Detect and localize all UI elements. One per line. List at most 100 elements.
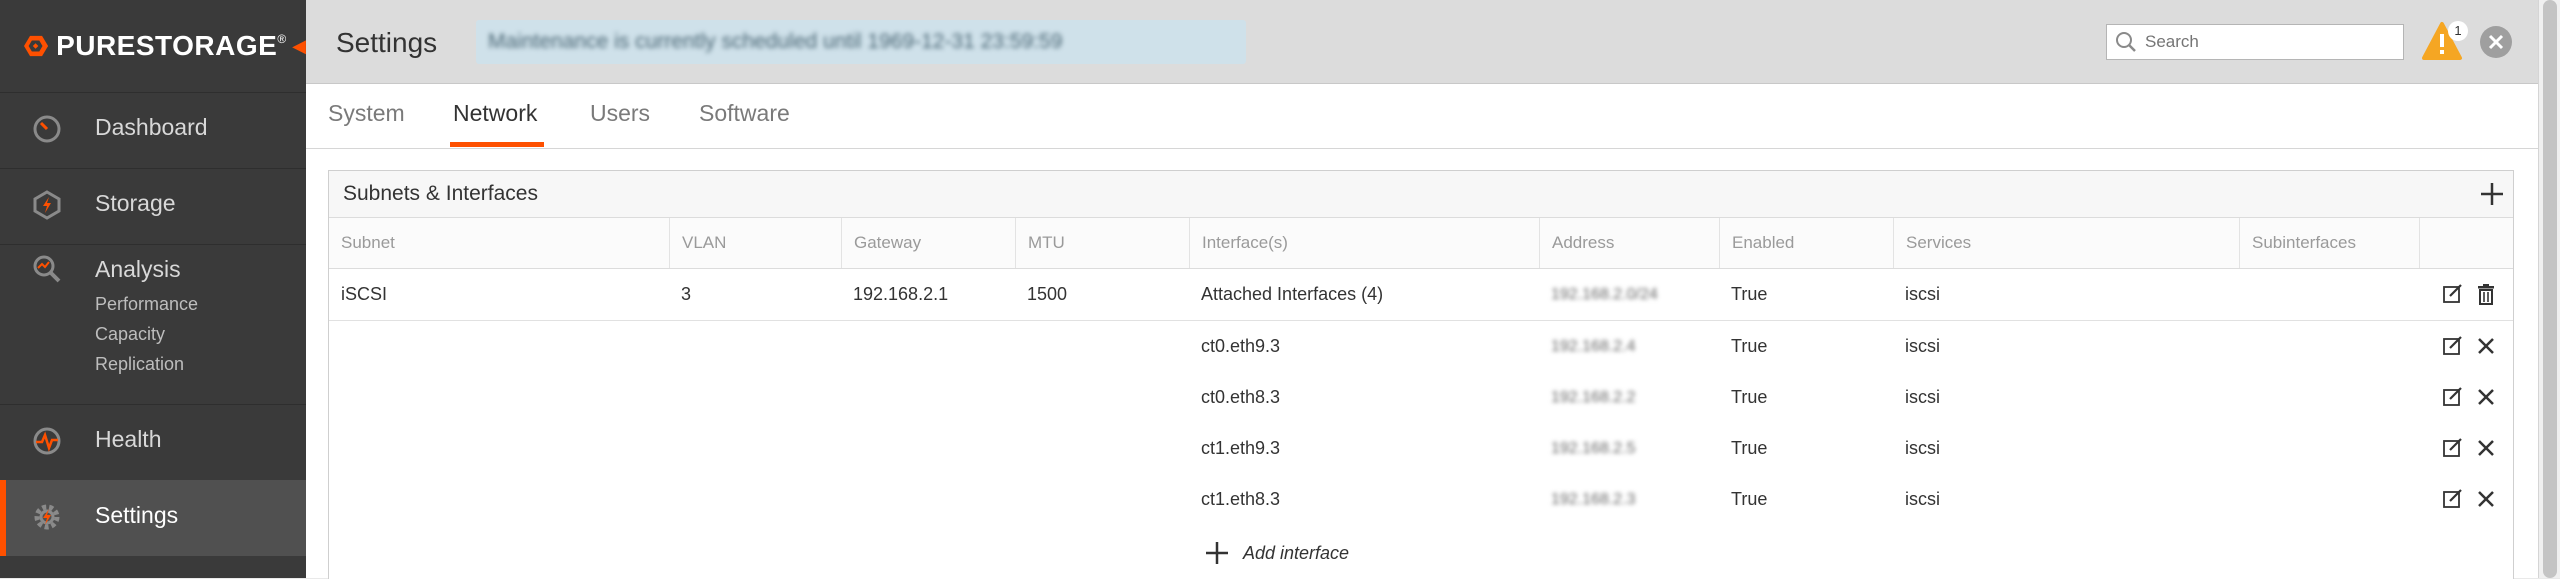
edit-icon[interactable] [2442, 283, 2464, 305]
column-header-services[interactable]: Services [1893, 218, 2239, 268]
sidebar-item-dashboard[interactable]: Dashboard [0, 92, 306, 168]
column-header-actions [2419, 218, 2513, 268]
page-title: Settings [336, 27, 438, 58]
sidebar-item-settings[interactable]: Settings [0, 480, 306, 556]
column-header-subnet[interactable]: Subnet [329, 218, 669, 268]
cell-services: iscsi [1905, 284, 1940, 304]
edit-icon[interactable] [2442, 437, 2464, 459]
table-header: Subnet VLAN Gateway MTU Interface(s) Add… [329, 218, 2513, 269]
column-header-vlan[interactable]: VLAN [669, 218, 841, 268]
plus-icon [1206, 542, 1228, 564]
cell-services: iscsi [1905, 438, 1940, 458]
tab-users[interactable]: Users [590, 100, 650, 127]
cell-services: iscsi [1905, 489, 1940, 509]
gauge-icon [33, 115, 61, 143]
column-header-address[interactable]: Address [1539, 218, 1719, 268]
cell-services: iscsi [1905, 336, 1940, 356]
add-interface-button[interactable]: Add interface [1205, 541, 1349, 565]
sidebar-item-label: Health [95, 426, 162, 452]
cell-interface: ct0.eth8.3 [1201, 387, 1281, 407]
table-row-interface: ct1.eth9.3 192.168.2.5 True iscsi [329, 423, 2513, 474]
cell-subinterfaces [2239, 269, 2251, 320]
pure-storage-logo-icon [24, 35, 49, 57]
settings-tabs: System Network Users Software [306, 84, 2538, 149]
edit-icon[interactable] [2442, 386, 2464, 408]
sidebar-item-analysis[interactable]: Analysis Performance Capacity Replicatio… [0, 244, 306, 404]
close-button[interactable] [2480, 26, 2512, 58]
tab-network[interactable]: Network [453, 100, 537, 127]
maintenance-banner: Maintenance is currently scheduled until… [476, 20, 1246, 64]
remove-x-icon[interactable] [2475, 488, 2497, 510]
close-icon [2488, 34, 2504, 50]
cell-interface: ct1.eth8.3 [1201, 489, 1281, 509]
storage-hex-icon [33, 190, 61, 220]
column-header-interfaces[interactable]: Interface(s) [1189, 218, 1539, 268]
table-row-interface: ct0.eth9.3 192.168.2.4 True iscsi [329, 321, 2513, 372]
tab-system[interactable]: System [328, 100, 405, 127]
cell-enabled: True [1731, 438, 1768, 458]
alert-count-badge: 1 [2448, 21, 2468, 41]
sidebar-item-label: Dashboard [95, 114, 208, 140]
cell-address: 192.168.2.3 [1551, 491, 1636, 508]
brand-name: PURESTORAGE [56, 30, 278, 61]
sidebar-item-storage[interactable]: Storage [0, 168, 306, 244]
sidebar-subitem-replication[interactable]: Replication [95, 354, 184, 375]
page-scrollbar[interactable] [2538, 0, 2560, 578]
sidebar: PURESTORAGE ® ◀ Dashboard Storage Analys… [0, 0, 306, 578]
brand-logo[interactable]: PURESTORAGE ® ◀ [0, 0, 306, 92]
table-row-interface: ct0.eth8.3 192.168.2.2 True iscsi [329, 372, 2513, 423]
cell-enabled: True [1731, 489, 1768, 509]
sidebar-item-health[interactable]: Health [0, 404, 306, 480]
add-interface-label: Add interface [1243, 542, 1350, 563]
cell-enabled: True [1731, 387, 1768, 407]
cell-mtu: 1500 [1027, 284, 1068, 304]
tab-software[interactable]: Software [699, 100, 790, 127]
remove-x-icon[interactable] [2475, 437, 2497, 459]
delete-trash-icon[interactable] [2475, 283, 2497, 305]
cell-enabled: True [1731, 336, 1768, 356]
edit-icon[interactable] [2442, 335, 2464, 357]
sidebar-item-label: Settings [95, 502, 179, 528]
cell-vlan: 3 [681, 284, 692, 304]
brand-registered-mark: ® [277, 32, 287, 46]
subnets-interfaces-panel: Subnets & Interfaces Subnet VLAN Gateway… [328, 170, 2514, 579]
table-row-interface: ct1.eth8.3 192.168.2.3 True iscsi [329, 474, 2513, 525]
cell-address: 192.168.2.0/24 [1551, 286, 1658, 303]
search-input[interactable] [2143, 29, 2397, 55]
add-subnet-button[interactable] [2479, 181, 2505, 207]
edit-icon[interactable] [2442, 488, 2464, 510]
cell-subnet: iSCSI [341, 284, 388, 304]
column-header-gateway[interactable]: Gateway [841, 218, 1015, 268]
gear-icon [34, 504, 60, 530]
column-header-subinterfaces[interactable]: Subinterfaces [2239, 218, 2419, 268]
analysis-magnifier-icon [33, 255, 61, 283]
column-header-mtu[interactable]: MTU [1015, 218, 1189, 268]
cell-services: iscsi [1905, 387, 1940, 407]
scrollbar-thumb[interactable] [2543, 0, 2557, 578]
column-header-enabled[interactable]: Enabled [1719, 218, 1893, 268]
health-pulse-icon [33, 427, 61, 455]
cell-enabled: True [1731, 284, 1768, 304]
cell-address: 192.168.2.2 [1551, 389, 1636, 406]
header: Settings Maintenance is currently schedu… [306, 0, 2538, 84]
remove-x-icon[interactable] [2475, 386, 2497, 408]
table-row-subnet: iSCSI 3 192.168.2.1 1500 Attached Interf… [329, 269, 2513, 321]
sidebar-item-label: Analysis [95, 256, 181, 282]
cell-interface: ct1.eth9.3 [1201, 438, 1281, 458]
cell-interface: ct0.eth9.3 [1201, 336, 1281, 356]
sidebar-item-label: Storage [95, 190, 176, 216]
collapse-caret-icon[interactable]: ◀ [292, 36, 306, 57]
remove-x-icon[interactable] [2475, 335, 2497, 357]
main-content: Settings Maintenance is currently schedu… [306, 0, 2538, 579]
sidebar-subitem-capacity[interactable]: Capacity [95, 324, 165, 345]
cell-address: 192.168.2.4 [1551, 338, 1636, 355]
panel-header: Subnets & Interfaces [329, 171, 2513, 218]
maintenance-banner-text: Maintenance is currently scheduled until… [488, 30, 1063, 53]
sidebar-subitem-performance[interactable]: Performance [95, 294, 198, 315]
cell-gateway: 192.168.2.1 [853, 284, 949, 304]
cell-interfaces: Attached Interfaces (4) [1201, 284, 1384, 304]
search-box[interactable] [2106, 24, 2404, 60]
cell-address: 192.168.2.5 [1551, 440, 1636, 457]
active-indicator [0, 480, 6, 556]
search-icon [2116, 32, 2136, 52]
